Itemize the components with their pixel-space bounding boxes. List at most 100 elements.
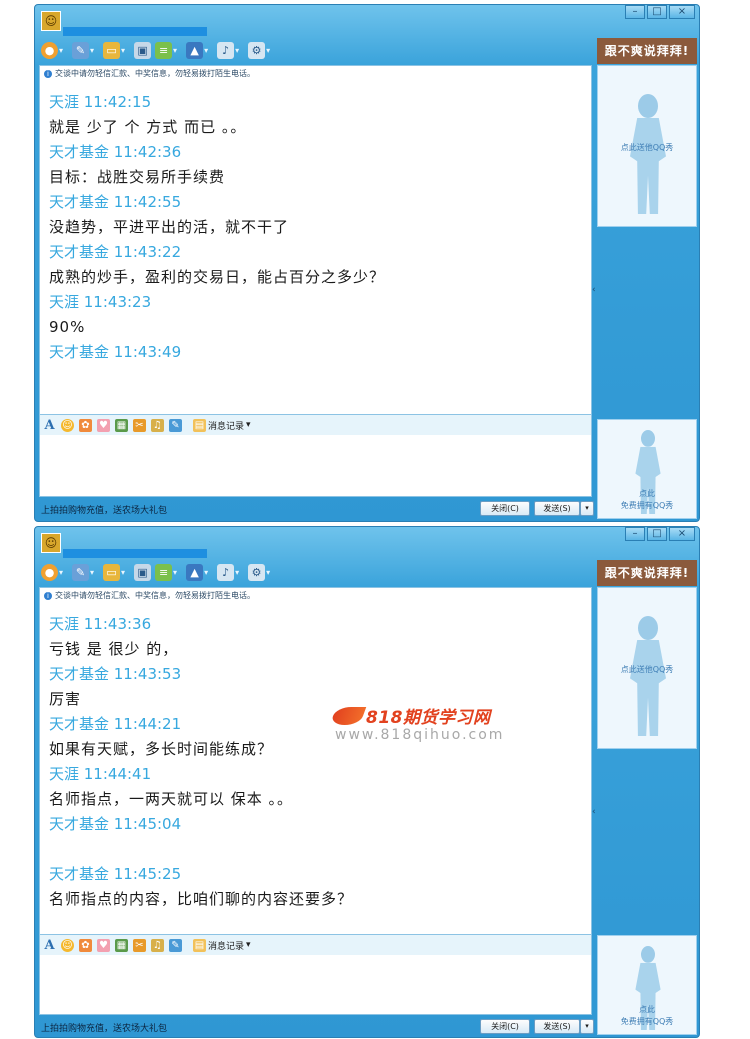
apps-button[interactable]: ▲ ▾ (186, 41, 213, 59)
shake-icon[interactable]: ♥ (97, 938, 110, 952)
emoji-icon[interactable]: ☺ (61, 418, 74, 432)
font-icon[interactable]: A (43, 939, 56, 952)
message-text: 就是 少了 个 方式 而已 。。 (49, 118, 247, 136)
message-text: 没趋势，平进平出的活，就不干了 (49, 218, 290, 236)
settings-button[interactable]: ⚙ ▾ (248, 41, 275, 59)
send-options-button[interactable]: ▾ (580, 501, 594, 516)
toolbar: ● ▾ ✎ ▾ ▭ ▾ ▣ ≡ ▾ ▲ ▾ ♪ ▾ ⚙ ▾ (41, 39, 275, 61)
wing-logo-icon (329, 706, 367, 725)
window-controls: – □ × (623, 527, 695, 541)
format-toolbar: A ☺ ✿ ♥ ▦ ✂ ♫ ✎ ▤ 消息记录 ▾ (39, 415, 592, 435)
message-sender: 天才基金 11:45:04 (49, 815, 182, 833)
screenshot-icon[interactable]: ✂ (133, 418, 146, 432)
qq-show-panel[interactable]: 点此送他QQ秀 (597, 65, 697, 227)
video-call-button[interactable]: ● ▾ (41, 563, 68, 581)
ad-banner[interactable]: 跟不爽说拜拜! (597, 38, 697, 64)
qq-show-panel[interactable]: 点此送他QQ秀 (597, 587, 697, 749)
history-icon: ▤ (193, 938, 206, 952)
remote-assist-button[interactable]: ▣ (134, 563, 152, 581)
close-button[interactable]: 关闭(C) (480, 1019, 530, 1034)
free-qq-show-link[interactable]: 免费拥有QQ秀 (598, 1016, 696, 1027)
window-controls: – □ × (623, 5, 695, 19)
screenshot-icon[interactable]: ✂ (133, 938, 146, 952)
security-notice: i 交谈中请勿轻信汇款、中奖信息，勿轻易拨打陌生电话。 (40, 66, 591, 82)
bottom-bar: 上拍拍购物充值，送农场大礼包 关闭(C) 发送(S) ▾ (39, 499, 594, 519)
free-qq-show-link[interactable]: 免费拥有QQ秀 (598, 500, 696, 511)
emoji-icon[interactable]: ☺ (61, 938, 74, 952)
voice-call-button[interactable]: ✎ ▾ (72, 563, 99, 581)
minimize-button[interactable]: – (625, 5, 645, 19)
avatar-figure-icon (626, 616, 670, 736)
create-group-button[interactable]: ≡ ▾ (155, 41, 182, 59)
settings-button[interactable]: ⚙ ▾ (248, 563, 275, 581)
promo-link[interactable]: 上拍拍购物充值，送农场大礼包 (41, 1021, 167, 1034)
send-qq-show-link[interactable]: 点此送他QQ秀 (598, 664, 696, 675)
message-sender: 天涯 11:43:36 (49, 615, 152, 633)
create-group-button[interactable]: ≡ ▾ (155, 563, 182, 581)
music-share-icon[interactable]: ♫ (151, 418, 164, 432)
history-label: 消息记录 (208, 941, 245, 952)
send-qq-show-link[interactable]: 点此送他QQ秀 (598, 142, 696, 153)
contact-name-bar (63, 549, 207, 558)
watermark-title: 818期货学习网 (366, 708, 491, 728)
message-input[interactable] (39, 955, 592, 1015)
message-sender: 天涯 11:43:23 (49, 293, 152, 311)
site-watermark: 818期货学习网 www.818qihuo.com (329, 703, 513, 747)
message-list: 天涯 11:42:15 就是 少了 个 方式 而已 。。 天才基金 11:42:… (40, 82, 591, 365)
contact-avatar[interactable]: ☺ (41, 11, 61, 31)
apps-button[interactable]: ▲ ▾ (186, 563, 213, 581)
music-icon: ♪ (217, 41, 235, 59)
gear-icon: ⚙ (248, 563, 266, 581)
shake-icon[interactable]: ♥ (97, 418, 110, 432)
image-icon[interactable]: ▦ (115, 938, 128, 952)
maximize-button[interactable]: □ (647, 527, 667, 541)
message-sender: 天才基金 11:45:25 (49, 865, 182, 883)
message-input[interactable] (39, 435, 592, 497)
folder-icon: ▭ (103, 563, 121, 581)
doodle-icon[interactable]: ✎ (169, 938, 182, 952)
voice-call-button[interactable]: ✎ ▾ (72, 41, 99, 59)
doodle-icon[interactable]: ✎ (169, 418, 182, 432)
message-history-button[interactable]: ▤ 消息记录 ▾ (193, 418, 251, 432)
font-icon[interactable]: A (43, 419, 56, 432)
ad-banner[interactable]: 跟不爽说拜拜! (597, 560, 697, 586)
qq-show-link[interactable]: 点此 (598, 488, 696, 499)
music-button[interactable]: ♪ ▾ (217, 563, 244, 581)
remote-assist-button[interactable]: ▣ (134, 41, 152, 59)
image-icon[interactable]: ▦ (115, 418, 128, 432)
notice-text: 交谈中请勿轻信汇款、中奖信息，勿轻易拨打陌生电话。 (55, 69, 255, 78)
my-qq-show-panel[interactable]: 点此 免费拥有QQ秀 (597, 419, 697, 519)
chat-window-2: ☺ – □ × ● ▾ ✎ ▾ ▭ ▾ ▣ ≡ ▾ ▲ ▾ ♪ ▾ ⚙ ▾ 跟不爽说拜拜! i… (34, 526, 700, 1038)
send-button[interactable]: 发送(S) (534, 1019, 580, 1034)
video-call-button[interactable]: ● ▾ (41, 41, 68, 59)
send-options-button[interactable]: ▾ (580, 1019, 594, 1034)
info-icon: i (44, 70, 52, 78)
chat-history[interactable]: i 交谈中请勿轻信汇款、中奖信息，勿轻易拨打陌生电话。 天涯 11:43:36 亏… (39, 587, 592, 935)
music-share-icon[interactable]: ♫ (151, 938, 164, 952)
promo-link[interactable]: 上拍拍购物充值，送农场大礼包 (41, 503, 167, 516)
contact-avatar[interactable]: ☺ (41, 533, 61, 553)
chat-history[interactable]: i 交谈中请勿轻信汇款、中奖信息，勿轻易拨打陌生电话。 天涯 11:42:15 就… (39, 65, 592, 415)
close-window-button[interactable]: × (669, 5, 695, 19)
send-file-button[interactable]: ▭ ▾ (103, 41, 130, 59)
message-sender: 天涯 11:44:41 (49, 765, 152, 783)
qq-show-link[interactable]: 点此 (598, 1004, 696, 1015)
close-window-button[interactable]: × (669, 527, 695, 541)
maximize-button[interactable]: □ (647, 5, 667, 19)
collapse-panel-icon[interactable]: ‹ (592, 285, 597, 295)
collapse-panel-icon[interactable]: ‹ (592, 807, 597, 817)
note-icon: ≡ (155, 41, 173, 59)
music-button[interactable]: ♪ ▾ (217, 41, 244, 59)
magic-emoji-icon[interactable]: ✿ (79, 418, 92, 432)
close-button[interactable]: 关闭(C) (480, 501, 530, 516)
minimize-button[interactable]: – (625, 527, 645, 541)
magic-emoji-icon[interactable]: ✿ (79, 938, 92, 952)
message-history-button[interactable]: ▤ 消息记录 ▾ (193, 938, 251, 952)
video-icon: ● (41, 41, 58, 59)
send-button[interactable]: 发送(S) (534, 501, 580, 516)
screen-icon: ▣ (134, 41, 152, 59)
send-file-button[interactable]: ▭ ▾ (103, 563, 130, 581)
message-sender: 天才基金 11:43:49 (49, 343, 182, 361)
message-sender: 天才基金 11:43:53 (49, 665, 182, 683)
my-qq-show-panel[interactable]: 点此 免费拥有QQ秀 (597, 935, 697, 1035)
